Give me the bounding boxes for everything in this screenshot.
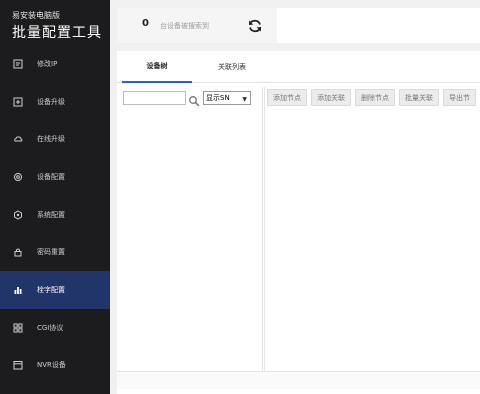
tab-bar: 设备树 关联列表: [117, 51, 480, 83]
bar-chart-icon: [13, 285, 23, 295]
tab-association-list[interactable]: 关联列表: [197, 51, 267, 83]
system-icon: [13, 210, 23, 220]
settings-icon: [13, 172, 23, 182]
layout-gutter: [110, 0, 117, 394]
main-panel: 设备树 关联列表 显示SN ▼ 添加节点 添加关联 删除节点 批量关联 导出节: [117, 51, 480, 394]
delete-node-button[interactable]: 删除节点: [355, 89, 395, 106]
sidebar-item-label: 在线升级: [37, 135, 65, 144]
lock-icon: [13, 247, 23, 257]
sidebar-item-modify-ip[interactable]: 修改IP: [0, 45, 110, 83]
chevron-down-icon: ▼: [242, 96, 247, 103]
calendar-icon: [13, 360, 23, 370]
device-tree-pane: 显示SN ▼: [121, 87, 263, 371]
upgrade-icon: [13, 97, 23, 107]
device-count: 0: [142, 18, 149, 29]
sidebar-item-device-upgrade[interactable]: 设备升级: [0, 83, 110, 121]
app-subtitle: 易安装电脑版: [12, 11, 60, 20]
sidebar-item-osd-config[interactable]: 栓字配置: [0, 271, 110, 309]
sidebar-item-online-upgrade[interactable]: 在线升级: [0, 120, 110, 158]
edit-icon: [13, 59, 23, 69]
node-actions-pane: 添加节点 添加关联 删除节点 批量关联 导出节: [264, 87, 480, 371]
search-input[interactable]: [123, 91, 186, 105]
sidebar-item-system-config[interactable]: 系统配置: [0, 196, 110, 234]
device-count-label: 台设备被搜索到: [160, 22, 209, 30]
display-mode-select[interactable]: 显示SN ▼: [203, 91, 251, 105]
sidebar-item-label: CGI协议: [37, 323, 64, 332]
status-strip: [117, 371, 480, 389]
sidebar-item-password-reset[interactable]: 密码重置: [0, 233, 110, 271]
sidebar-item-label: 设备升级: [37, 97, 65, 106]
sidebar-item-label: 栓字配置: [37, 285, 65, 294]
display-mode-value: 显示SN: [206, 94, 230, 102]
add-association-button[interactable]: 添加关联: [311, 89, 351, 106]
top-bar: 0 台设备被搜索到: [117, 8, 480, 43]
app-title: 批量配置工具: [12, 25, 102, 41]
refresh-icon[interactable]: [247, 18, 263, 34]
sidebar-item-nvr-device[interactable]: NVR设备: [0, 347, 110, 385]
sidebar-item-label: 修改IP: [37, 59, 58, 68]
cloud-icon: [13, 134, 23, 144]
sidebar-item-label: 设备配置: [37, 172, 65, 181]
add-node-button[interactable]: 添加节点: [267, 89, 307, 106]
sidebar-item-label: 系统配置: [37, 210, 65, 219]
batch-associate-button[interactable]: 批量关联: [399, 89, 439, 106]
export-node-button[interactable]: 导出节: [443, 89, 476, 106]
action-toolbar: 添加节点 添加关联 删除节点 批量关联 导出节: [267, 89, 476, 106]
tab-device-tree[interactable]: 设备树: [122, 51, 192, 83]
sidebar-nav: 修改IP 设备升级 在线升级 设备配置 系统配置 密码重置 栓字配置 CGI协议…: [0, 45, 110, 384]
search-icon[interactable]: [188, 92, 200, 107]
device-count-card: 0 台设备被搜索到: [117, 8, 277, 43]
sidebar-item-cgi-protocol[interactable]: CGI协议: [0, 309, 110, 347]
sidebar: 易安装电脑版 批量配置工具 修改IP 设备升级 在线升级 设备配置 系统配置 密…: [0, 0, 110, 394]
sidebar-item-label: 密码重置: [37, 248, 65, 257]
sidebar-item-label: NVR设备: [37, 361, 66, 370]
sidebar-item-device-config[interactable]: 设备配置: [0, 158, 110, 196]
grid-icon: [13, 323, 23, 333]
